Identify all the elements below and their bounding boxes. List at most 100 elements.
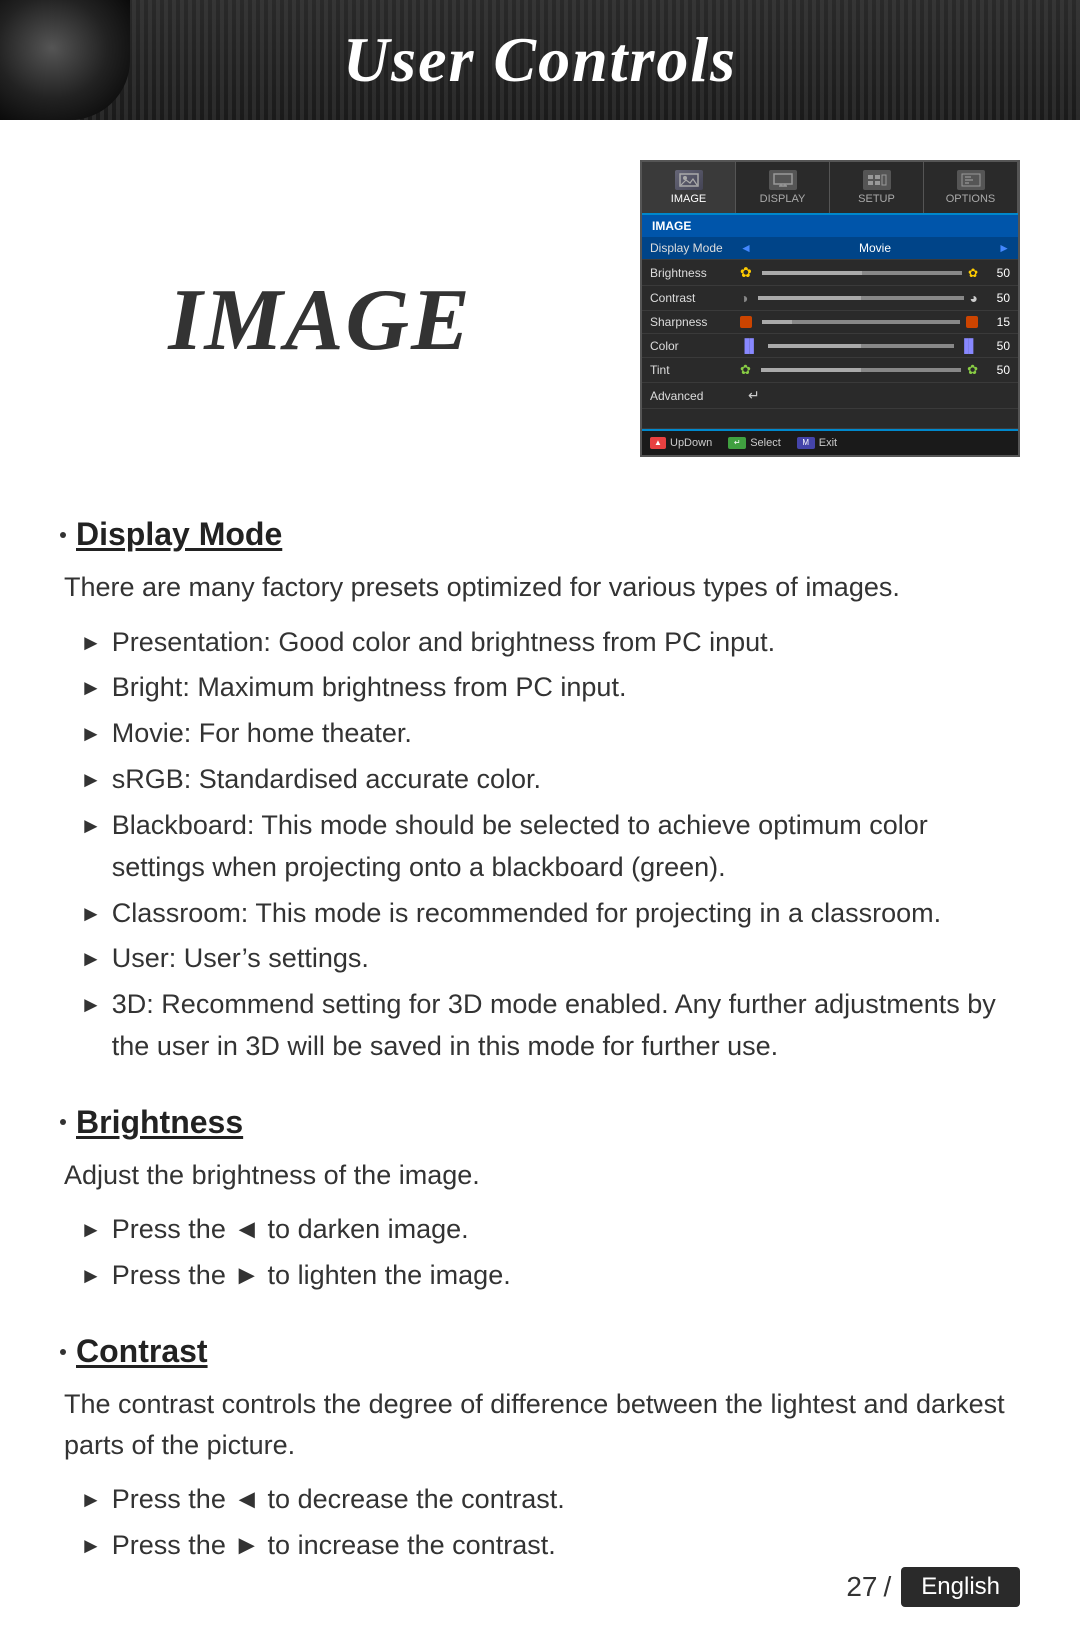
bullet-user: ► User: User’s settings.: [80, 938, 1020, 980]
updown-icon: ▲: [650, 437, 666, 449]
sharpness-value: 15: [982, 315, 1010, 329]
display-mode-bullets: ► Presentation: Good color and brightnes…: [60, 622, 1020, 1068]
menu-brightness-row: Brightness ✿ ✿ 50: [642, 260, 1018, 286]
color-icon-right: ▐▌: [960, 338, 978, 353]
bullet-text-4: Blackboard: This mode should be selected…: [112, 805, 1020, 889]
brightness-icon: ✿: [740, 264, 752, 281]
footer-exit-label: Exit: [819, 437, 837, 449]
tab-image-label: IMAGE: [671, 193, 706, 205]
bullet-text-1: Bright: Maximum brightness from PC input…: [112, 667, 1020, 709]
bullet-brightness-1: ► Press the ► to lighten the image.: [80, 1255, 1020, 1297]
display-mode-section: Display Mode There are many factory pres…: [60, 516, 1020, 1068]
sharpness-icon-left: [740, 316, 752, 328]
bullet-text-5: Classroom: This mode is recommended for …: [112, 893, 1020, 935]
bullet-arrow-0: ►: [80, 626, 102, 660]
menu-advanced-label: Advanced: [650, 389, 740, 403]
menu-tint-label: Tint: [650, 363, 740, 377]
menu-display-mode-value: Movie: [756, 241, 994, 255]
bullet-text-b0: Press the ◄ to darken image.: [112, 1209, 1020, 1251]
menu-sharpness-label: Sharpness: [650, 315, 740, 329]
select-icon: ↵: [728, 437, 746, 449]
menu-contrast-label: Contrast: [650, 291, 740, 305]
tab-options: OPTIONS: [924, 162, 1018, 213]
bullet-text-c1: Press the ► to increase the contrast.: [112, 1525, 1020, 1567]
bullet-arrow-b1: ►: [80, 1259, 102, 1293]
menu-contrast-row: Contrast ◑ ◕ 50: [642, 286, 1018, 311]
menu-color-label: Color: [650, 339, 740, 353]
contrast-fill: [758, 296, 861, 300]
sharpness-icon-right: [966, 316, 978, 328]
footer-exit: M Exit: [797, 437, 837, 449]
footer-updown: ▲ UpDown: [650, 437, 712, 449]
bullet-srgb: ► sRGB: Standardised accurate color.: [80, 759, 1020, 801]
display-mode-intro: There are many factory presets optimized…: [60, 567, 1020, 608]
footer-select-label: Select: [750, 437, 781, 449]
contrast-slider: [758, 296, 963, 300]
bullet-arrow-6: ►: [80, 942, 102, 976]
tab-setup-label: SETUP: [858, 193, 895, 205]
menu-display-mode-label: Display Mode: [650, 241, 740, 255]
brightness-intro: Adjust the brightness of the image.: [60, 1155, 1020, 1196]
brightness-slider: [762, 271, 962, 275]
footer-select: ↵ Select: [728, 437, 781, 449]
page-language: English: [901, 1567, 1020, 1607]
bullet-presentation: ► Presentation: Good color and brightnes…: [80, 622, 1020, 664]
page-divider: /: [884, 1571, 892, 1603]
display-mode-heading: Display Mode: [60, 516, 1020, 553]
page-footer: 27 / English: [846, 1567, 1020, 1607]
bullet-text-3: sRGB: Standardised accurate color.: [112, 759, 1020, 801]
brightness-heading: Brightness: [60, 1104, 1020, 1141]
bullet-arrow-4: ►: [80, 809, 102, 843]
tint-fill: [761, 368, 861, 372]
brightness-value: 50: [982, 266, 1010, 280]
menu-advanced-row: Advanced ↵: [642, 383, 1018, 409]
color-slider: [768, 344, 953, 348]
menu-screenshot: IMAGE DISPLAY SETUP: [640, 160, 1020, 457]
contrast-icon-right: ◕: [970, 290, 978, 306]
contrast-icon-left: ◑: [740, 290, 748, 306]
brightness-fill: [762, 271, 862, 275]
tab-setup: SETUP: [830, 162, 924, 213]
tab-options-label: OPTIONS: [946, 193, 996, 205]
page-header: User Controls: [0, 0, 1080, 120]
bullet-arrow-c0: ►: [80, 1483, 102, 1517]
bullet-text-c0: Press the ◄ to decrease the contrast.: [112, 1479, 1020, 1521]
advanced-enter-icon: ↵: [748, 387, 760, 404]
menu-footer: ▲ UpDown ↵ Select M Exit: [642, 429, 1018, 455]
page-title: User Controls: [343, 23, 737, 97]
contrast-bullets: ► Press the ◄ to decrease the contrast. …: [60, 1479, 1020, 1567]
color-value: 50: [982, 339, 1010, 353]
menu-display-arrow-left: ◄: [740, 241, 752, 255]
bullet-text-7: 3D: Recommend setting for 3D mode enable…: [112, 984, 1020, 1068]
menu-color-row: Color ▐▌ ▐▌ 50: [642, 334, 1018, 358]
menu-spacer: [642, 409, 1018, 429]
bullet-arrow-c1: ►: [80, 1529, 102, 1563]
tint-value: 50: [982, 363, 1010, 377]
bullet-arrow-5: ►: [80, 897, 102, 931]
bullet-bright: ► Bright: Maximum brightness from PC inp…: [80, 667, 1020, 709]
bullet-text-0: Presentation: Good color and brightness …: [112, 622, 1020, 664]
bullet-text-2: Movie: For home theater.: [112, 713, 1020, 755]
tab-display: DISPLAY: [736, 162, 830, 213]
section-image-title: IMAGE: [168, 270, 471, 371]
footer-updown-label: UpDown: [670, 437, 712, 449]
menu-display-mode-row: Display Mode ◄ Movie ►: [642, 237, 1018, 260]
brightness-bullets: ► Press the ◄ to darken image. ► Press t…: [60, 1209, 1020, 1297]
contrast-heading: Contrast: [60, 1333, 1020, 1370]
bullet-contrast-0: ► Press the ◄ to decrease the contrast.: [80, 1479, 1020, 1521]
tint-icon-left: ✿: [740, 362, 751, 378]
lens-decoration: [0, 0, 130, 120]
tab-display-label: DISPLAY: [760, 193, 806, 205]
tint-slider: [761, 368, 961, 372]
brightness-heading-text: Brightness: [76, 1104, 243, 1141]
bullet-3d: ► 3D: Recommend setting for 3D mode enab…: [80, 984, 1020, 1068]
bullet-classroom: ► Classroom: This mode is recommended fo…: [80, 893, 1020, 935]
brightness-icon-right: ✿: [968, 266, 978, 280]
top-section: IMAGE IMAGE DISPLAY: [60, 160, 1020, 480]
options-tab-icon: [957, 170, 985, 190]
menu-brightness-label: Brightness: [650, 266, 740, 280]
bullet-arrow-b0: ►: [80, 1213, 102, 1247]
contrast-value: 50: [982, 291, 1010, 305]
bullet-movie: ► Movie: For home theater.: [80, 713, 1020, 755]
menu-display-arrow-right: ►: [998, 241, 1010, 255]
